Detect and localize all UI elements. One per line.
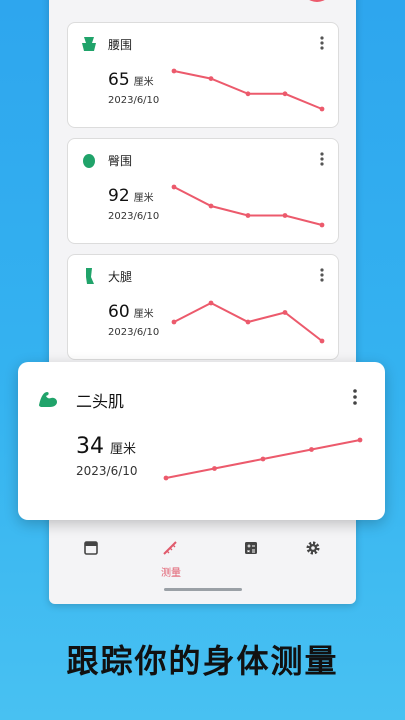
card-value: 34 厘米	[76, 434, 137, 459]
nav-settings[interactable]	[293, 540, 333, 580]
more-options-icon[interactable]	[316, 267, 328, 283]
trend-sparkline	[171, 68, 325, 112]
calculator-icon	[245, 542, 257, 554]
waist-icon	[82, 37, 96, 51]
add-measurement-button[interactable]: +	[301, 0, 333, 2]
trend-point	[260, 456, 266, 462]
bottom-navigation: 测量	[49, 540, 356, 586]
trend-point	[208, 203, 214, 209]
card-value: 60 厘米	[108, 302, 154, 322]
trend-line	[173, 186, 323, 226]
nav-measure[interactable]: 测量	[151, 540, 191, 580]
measurement-card-thigh[interactable]: 大腿 60 厘米 2023/6/10	[67, 254, 339, 360]
trend-point	[319, 106, 325, 112]
more-options-icon[interactable]	[316, 151, 328, 167]
trend-point	[309, 447, 314, 452]
measurement-card-waist[interactable]: 腰围 65 厘米 2023/6/10	[67, 22, 339, 128]
biceps-icon	[39, 392, 57, 407]
trend-point	[245, 319, 251, 325]
card-unit: 厘米	[133, 309, 154, 320]
more-options-icon[interactable]	[349, 388, 361, 406]
trend-point	[319, 222, 325, 228]
card-title: 大腿	[108, 270, 133, 284]
trend-point	[319, 338, 325, 344]
card-value: 65 厘米	[108, 70, 154, 90]
trend-point	[357, 437, 363, 443]
trend-point	[245, 91, 251, 97]
trend-point	[282, 213, 288, 218]
thigh-icon	[86, 268, 94, 284]
card-unit: 厘米	[110, 442, 137, 457]
card-value: 92 厘米	[108, 186, 154, 206]
card-date: 2023/6/10	[108, 95, 160, 106]
measurement-card-biceps[interactable]: 二头肌 34 厘米 2023/6/10	[18, 362, 385, 520]
trend-point	[171, 184, 177, 190]
trend-point	[212, 466, 217, 471]
card-title: 臀围	[108, 154, 133, 168]
trend-sparkline	[171, 300, 325, 344]
card-title: 腰围	[108, 38, 133, 52]
trend-sparkline	[171, 184, 325, 228]
card-date: 2023/6/10	[108, 327, 160, 338]
trend-point	[282, 91, 288, 97]
card-title: 二头肌	[76, 392, 125, 411]
hip-icon	[83, 154, 95, 168]
trend-sparkline	[163, 437, 363, 481]
slogan-text: 跟踪你的身体测量	[66, 642, 339, 680]
ruler-icon	[163, 541, 177, 555]
card-date: 2023/6/10	[76, 464, 138, 478]
trend-line	[173, 70, 323, 110]
nav-calculator[interactable]	[231, 540, 271, 580]
trend-point	[171, 319, 177, 325]
trend-point	[208, 300, 214, 306]
card-date: 2023/6/10	[108, 211, 160, 222]
trend-point	[282, 310, 288, 315]
more-options-icon[interactable]	[316, 35, 328, 51]
home-indicator	[164, 588, 242, 591]
card-unit: 厘米	[133, 77, 154, 88]
trend-point	[245, 213, 251, 218]
nav-history[interactable]	[71, 540, 111, 580]
card-unit: 厘米	[133, 193, 154, 204]
trend-point	[163, 475, 169, 481]
trend-point	[208, 76, 214, 81]
nav-measure-label: 测量	[161, 568, 181, 579]
trend-point	[171, 68, 177, 74]
calendar-icon	[84, 541, 98, 555]
gear-icon	[306, 541, 320, 555]
measurement-card-hip[interactable]: 臀围 92 厘米 2023/6/10	[67, 138, 339, 244]
